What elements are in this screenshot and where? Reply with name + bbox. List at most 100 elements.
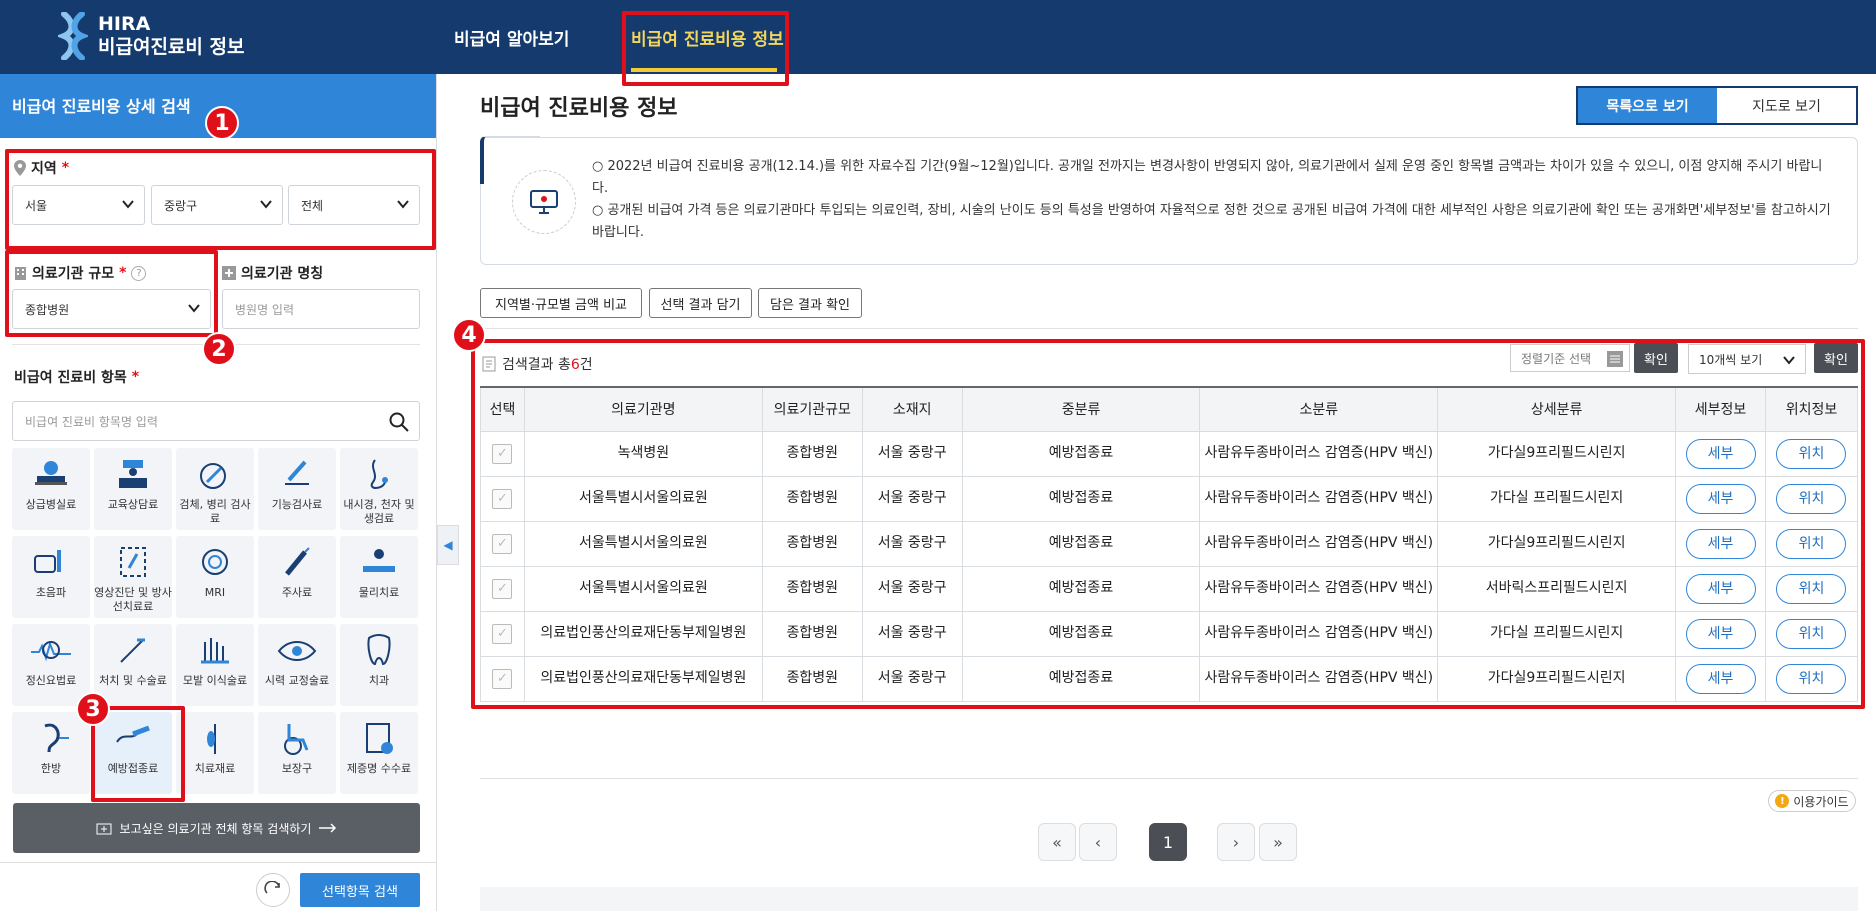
usage-guide-label: 이용가이드 [1793,794,1849,809]
sidebar-collapse-toggle[interactable]: ◀ [437,525,459,565]
search-all-items-label: 보고싶은 의료기관 전체 항목 검색하기 [119,821,312,836]
category-dental[interactable]: 치과 [340,624,418,706]
annotation-badge-3: 3 [76,692,110,726]
category-imaging[interactable]: 영상진단 및 방사선치료료 [94,536,172,618]
nav-noncovered-intro[interactable]: 비급여 알아보기 [454,0,569,74]
category-certificate-fee[interactable]: 제증명 수수료 [340,712,418,794]
category-oriental-medicine[interactable]: 한방 [12,712,90,794]
category-grid: 상급병실료 교육상담료 검체, 병리 검사료 기능검사료 내시경, 천자 및 생… [12,448,420,794]
hospital-icon [222,266,236,280]
category-label: 영상진단 및 방사선치료료 [94,586,172,613]
category-label: 주사료 [281,586,313,599]
hospital-building-icon [96,823,112,835]
category-vision-correction[interactable]: 시력 교정술료 [258,624,336,706]
tooth-icon [367,634,391,666]
category-function-test[interactable]: 기능검사료 [258,448,336,530]
highlight-nav [622,11,789,86]
search-all-items-button[interactable]: 보고싶은 의료기관 전체 항목 검색하기 [13,803,420,853]
category-ultrasound[interactable]: 초음파 [12,536,90,618]
category-physical-therapy[interactable]: 물리치료 [340,536,418,618]
last-page-button[interactable]: » [1259,823,1297,861]
page-1-button[interactable]: 1 [1149,823,1187,861]
divider [480,778,1858,779]
category-hospital-room[interactable]: 상급병실료 [12,448,90,530]
usage-guide-button[interactable]: ! 이용가이드 [1768,790,1856,812]
search-selected-button[interactable]: 선택항목 검색 [300,873,420,907]
arrow-right-icon [319,823,337,833]
injection-icon [285,547,310,576]
items-label-text: 비급여 진료비 항목 [14,370,127,386]
prev-page-button[interactable]: ‹ [1079,823,1117,861]
logo-line1: HIRA [98,13,151,35]
category-label: 보장구 [281,762,313,775]
category-psychotherapy[interactable]: 정신요법료 [12,624,90,706]
hospital-bed-icon [35,461,67,485]
first-page-button[interactable]: « [1038,823,1076,861]
annotation-badge-1: 1 [205,106,239,140]
highlight-region [5,149,436,250]
mri-icon [202,549,228,575]
category-education-consult[interactable]: 교육상담료 [94,448,172,530]
refresh-icon [264,881,280,894]
save-selected-button[interactable]: 선택 결과 담기 [649,288,752,318]
hira-logo[interactable]: HIRA 비급여진료비 정보 [58,12,244,60]
annotation-badge-2: 2 [202,332,236,366]
ultrasound-icon [34,550,61,573]
hospital-name-input[interactable]: 병원명 입력 [222,289,420,329]
highlight-scale [5,250,218,337]
category-label: 기능검사료 [271,498,323,511]
caret-left-icon: ◀ [443,538,453,552]
category-label: 치과 [368,674,390,687]
page-title: 비급여 진료비용 정보 [480,96,678,121]
item-search-input[interactable]: 비급여 진료비 항목명 입력 [12,401,420,441]
view-saved-button[interactable]: 담은 결과 확인 [758,288,862,318]
annotation-badge-4: 4 [452,318,486,352]
category-endoscopy[interactable]: 내시경, 천자 및 생검료 [340,448,418,530]
reset-button[interactable] [256,873,290,907]
category-label: 초음파 [35,586,67,599]
hira-logo-icon [58,12,88,60]
function-test-icon [285,460,309,485]
required-mark: * [131,369,140,385]
certificate-icon [366,723,393,754]
info-icon: ! [1775,794,1790,808]
monitor-icon [512,170,576,234]
item-search-placeholder: 비급여 진료비 항목명 입력 [25,414,158,429]
category-surgery[interactable]: 처치 및 수술료 [94,624,172,706]
map-view-button[interactable]: 지도로 보기 [1717,88,1856,123]
acupuncture-ear-icon [44,723,69,753]
category-assistive-device[interactable]: 보장구 [258,712,336,794]
name-label: 의료기관 명칭 [222,263,323,283]
surgery-icon [120,638,145,663]
compare-by-region-button[interactable]: 지역별·규모별 금액 비교 [480,288,642,318]
category-label: 한방 [40,762,62,775]
divider [480,328,1858,329]
category-label: 상급병실료 [25,498,77,511]
eye-icon [277,641,317,661]
category-mri[interactable]: MRI [176,536,254,618]
top-nav-bar: HIRA 비급여진료비 정보 비급여 알아보기 비급여 진료비용 정보 [0,0,1876,74]
category-medical-material[interactable]: 치료재료 [176,712,254,794]
view-toggle: 목록으로 보기 지도로 보기 [1576,86,1858,125]
category-label: 교육상담료 [107,498,159,511]
list-view-button[interactable]: 목록으로 보기 [1578,88,1717,123]
name-label-text: 의료기관 명칭 [241,266,324,282]
wheelchair-icon [284,724,309,755]
footer-area [480,887,1858,911]
notice-text: ○ 2022년 비급여 진료비용 공개(12.14.)를 위한 자료수집 기간(… [592,156,1832,244]
category-lab-pathology[interactable]: 검체, 병리 검사료 [176,448,254,530]
category-label: 검체, 병리 검사료 [179,498,251,525]
notice-line-2: ○ 공개된 비급여 가격 등은 의료기관마다 투입되는 의료인력, 장비, 시술… [592,203,1831,240]
category-label: 처치 및 수술료 [99,674,167,687]
category-injection[interactable]: 주사료 [258,536,336,618]
category-label: 물리치료 [358,586,400,599]
lab-test-icon [200,463,226,489]
category-hair-transplant[interactable]: 모발 이식술료 [176,624,254,706]
highlight-results [471,339,1865,709]
search-icon[interactable] [389,412,409,432]
next-page-button[interactable]: › [1217,823,1255,861]
notice-line-1: ○ 2022년 비급여 진료비용 공개(12.14.)를 위한 자료수집 기간(… [592,159,1823,196]
endoscopy-icon [370,459,388,489]
consultation-icon [119,460,147,488]
items-label: 비급여 진료비 항목 * [14,367,139,387]
